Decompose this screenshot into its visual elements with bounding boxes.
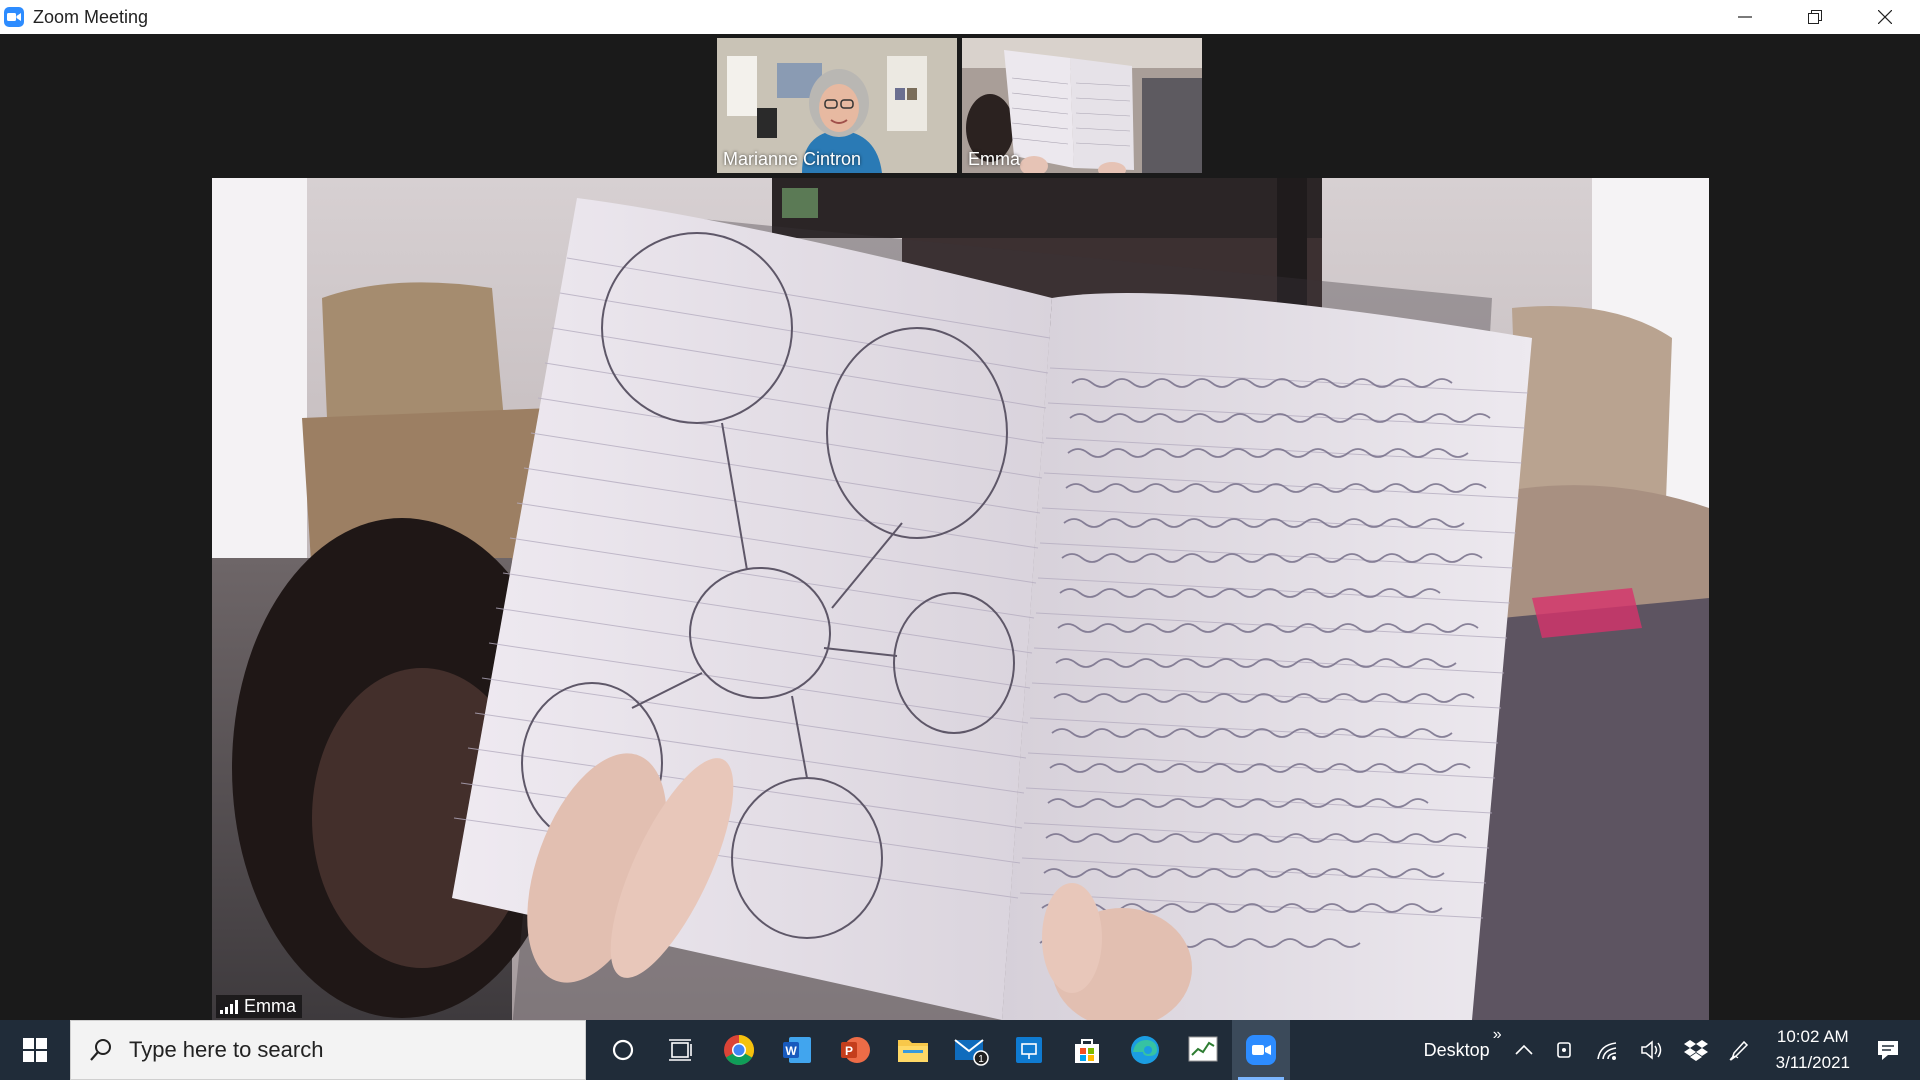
search-placeholder: Type here to search <box>129 1037 324 1062</box>
clock-time: 10:02 AM <box>1776 1027 1849 1046</box>
close-icon <box>1878 10 1892 24</box>
minimize-button[interactable] <box>1710 0 1780 34</box>
participant-video-thumbnail[interactable]: Marianne Cintron <box>717 38 957 173</box>
start-button[interactable] <box>0 1020 70 1080</box>
active-speaker-name: Emma <box>244 996 297 1016</box>
edge-icon <box>1131 1036 1159 1064</box>
speaker-icon <box>1640 1040 1661 1060</box>
taskbar-search-box[interactable]: Type here to search <box>70 1020 586 1080</box>
system-tray: Desktop » 10:02 AM 3/11/2021 <box>1408 1020 1920 1080</box>
restore-button[interactable] <box>1780 0 1850 34</box>
close-button[interactable] <box>1850 0 1920 34</box>
dropbox-button[interactable] <box>1674 1020 1718 1080</box>
participant-video-thumbnail[interactable]: Emma <box>962 38 1202 173</box>
store-button[interactable] <box>1058 1020 1116 1080</box>
performance-app-button[interactable] <box>1174 1020 1232 1080</box>
cortana-button[interactable] <box>594 1020 652 1080</box>
window-title: Zoom Meeting <box>33 6 149 27</box>
desktop-label: Desktop <box>1423 1039 1490 1060</box>
pen-icon <box>1729 1040 1748 1061</box>
active-speaker-name-tag: Emma <box>216 995 303 1018</box>
network-app-button[interactable] <box>1000 1020 1058 1080</box>
pen-workspace-button[interactable] <box>1718 1020 1760 1080</box>
video-frame <box>212 178 1709 1020</box>
mail-badge: 1 <box>978 1054 984 1065</box>
minimize-icon <box>1738 16 1752 18</box>
volume-button[interactable] <box>1630 1020 1674 1080</box>
active-speaker-video[interactable]: Emma <box>212 178 1709 1020</box>
zoom-button[interactable] <box>1232 1020 1290 1080</box>
restore-icon <box>1808 10 1822 24</box>
powerpoint-button[interactable]: P <box>826 1020 884 1080</box>
file-explorer-icon <box>898 1040 928 1062</box>
word-icon: W <box>783 1037 811 1063</box>
meeting-area: Marianne Cintron Emma Emma <box>0 34 1920 1020</box>
edge-button[interactable] <box>1116 1020 1174 1080</box>
meet-now-button[interactable] <box>1544 1020 1586 1080</box>
cortana-icon <box>612 1039 634 1061</box>
zoom-app-icon <box>4 7 24 27</box>
participant-name-label: Emma <box>968 149 1021 169</box>
chevron-right-icon: » <box>1492 1026 1502 1043</box>
clock-date: 3/11/2021 <box>1775 1053 1850 1072</box>
chrome-icon <box>724 1035 755 1066</box>
notification-icon <box>1878 1041 1898 1060</box>
network-app-icon <box>1016 1037 1042 1063</box>
wifi-icon <box>1596 1042 1616 1060</box>
window-controls <box>1710 0 1920 34</box>
desktop-toolbar[interactable]: Desktop » <box>1408 1020 1504 1080</box>
task-view-button[interactable] <box>652 1020 710 1080</box>
zoom-icon <box>1246 1035 1276 1065</box>
performance-icon <box>1188 1036 1218 1062</box>
chevron-up-icon <box>1515 1044 1533 1055</box>
dropbox-icon <box>1683 1040 1708 1061</box>
clock[interactable]: 10:02 AM 3/11/2021 <box>1760 1024 1866 1076</box>
file-explorer-button[interactable] <box>884 1020 942 1080</box>
powerpoint-icon: P <box>841 1037 870 1063</box>
svg-text:P: P <box>845 1044 853 1058</box>
mail-button[interactable]: 1 <box>942 1020 1000 1080</box>
windows-taskbar: Type here to search W P 1 Desktop » 10:0… <box>0 1020 1920 1080</box>
search-icon <box>90 1039 111 1061</box>
task-view-icon <box>669 1039 692 1061</box>
svg-text:W: W <box>785 1044 797 1058</box>
action-center-button[interactable] <box>1866 1020 1920 1080</box>
meet-now-icon <box>1556 1042 1571 1058</box>
store-icon <box>1075 1039 1099 1063</box>
participant-name-label: Marianne Cintron <box>723 149 862 169</box>
windows-logo-icon <box>23 1038 47 1062</box>
show-hidden-icons-button[interactable] <box>1504 1020 1544 1080</box>
signal-strength-icon <box>220 999 238 1014</box>
network-button[interactable] <box>1586 1020 1630 1080</box>
title-bar: Zoom Meeting <box>0 0 1920 34</box>
chrome-button[interactable] <box>710 1020 768 1080</box>
word-button[interactable]: W <box>768 1020 826 1080</box>
mail-icon: 1 <box>954 1039 989 1066</box>
